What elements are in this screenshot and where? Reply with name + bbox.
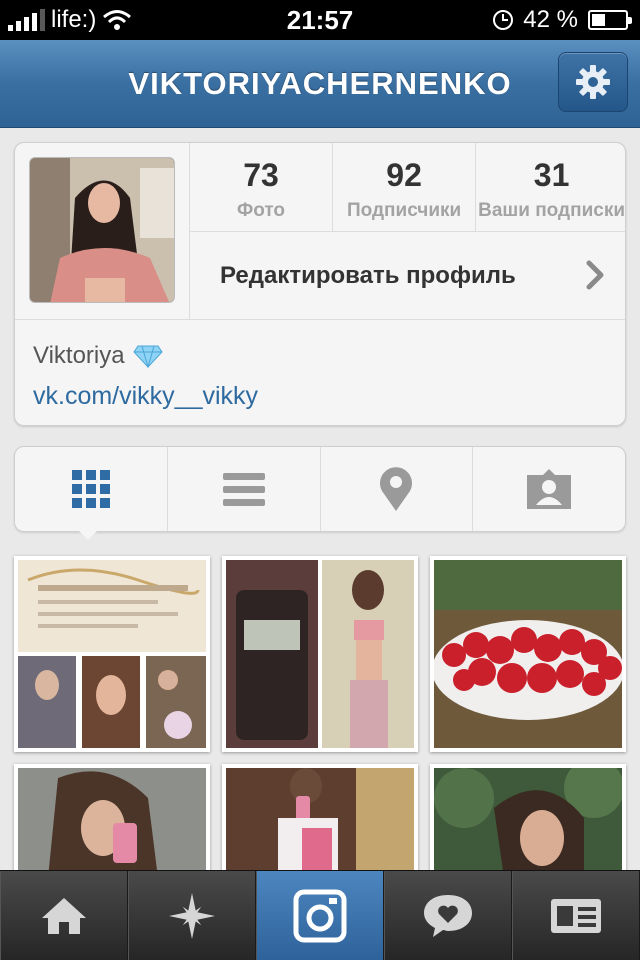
tab-map-view[interactable]	[321, 447, 474, 531]
explore-star-icon	[169, 892, 215, 939]
bio-name-row: Viktoriya	[33, 342, 609, 370]
list-icon	[222, 473, 265, 506]
tab-home[interactable]	[0, 871, 128, 960]
stat-following-count: 31	[533, 157, 570, 193]
stat-followers[interactable]: 92 Подписчики	[333, 143, 477, 231]
stat-following-label: Ваши подписки	[478, 200, 626, 221]
tab-grid-view[interactable]	[15, 447, 168, 531]
grid-icon	[71, 470, 110, 508]
stat-photos-label: Фото	[237, 200, 286, 221]
tagged-person-icon	[527, 469, 572, 509]
avatar[interactable]	[29, 157, 175, 303]
profile-card: 73 Фото 92 Подписчики 31 Ваши подписки Р…	[14, 142, 626, 426]
chevron-right-icon	[586, 260, 604, 290]
active-tab-pointer	[76, 528, 100, 540]
edit-profile-label: Редактировать профиль	[220, 261, 516, 289]
photo-certificate-collage	[18, 560, 206, 748]
photo-thumbnail[interactable]	[222, 556, 418, 752]
battery-fill	[592, 14, 606, 26]
photo-strawberries	[434, 560, 622, 748]
tab-list-view[interactable]	[168, 447, 321, 531]
edit-profile-button[interactable]: Редактировать профиль	[189, 231, 625, 319]
camera-icon	[293, 889, 347, 942]
bottom-tab-bar	[0, 870, 640, 960]
diamond-icon	[132, 345, 163, 368]
stat-photos[interactable]: 73 Фото	[190, 143, 334, 231]
profile-card-icon	[551, 898, 601, 933]
tab-profile[interactable]	[512, 871, 640, 960]
photo-thumbnail[interactable]	[14, 556, 210, 752]
stat-followers-label: Подписчики	[346, 200, 462, 221]
photo-outdoor-portrait	[434, 768, 622, 878]
tab-tagged-view[interactable]	[473, 447, 625, 531]
tab-explore[interactable]	[128, 871, 256, 960]
profile-view-tabs	[14, 446, 626, 532]
profile-bio: Viktoriya vk.com/vikky__vikky	[15, 319, 625, 425]
battery-icon	[588, 10, 632, 30]
bio-website-link[interactable]: vk.com/vikky__vikky	[33, 382, 609, 411]
settings-button[interactable]	[558, 52, 628, 112]
profile-stats: 73 Фото 92 Подписчики 31 Ваши подписки	[189, 143, 626, 231]
stat-photos-count: 73	[243, 157, 279, 193]
alarm-clock-icon	[493, 10, 514, 30]
status-right: 42 %	[493, 6, 632, 34]
navigation-bar: VIKTORIYACHERNENKO	[0, 40, 640, 128]
battery-percent: 42 %	[523, 6, 578, 33]
location-pin-icon	[380, 467, 413, 511]
bio-name: Viktoriya	[33, 342, 125, 369]
photo-scale-selfie	[226, 560, 414, 748]
photo-pink-phone-selfie	[18, 768, 206, 878]
tab-camera[interactable]	[256, 871, 384, 960]
news-heart-icon	[424, 894, 472, 937]
gear-icon	[576, 65, 610, 99]
photo-thumbnail[interactable]	[430, 556, 626, 752]
stat-followers-count: 92	[386, 157, 422, 193]
tab-news[interactable]	[384, 871, 512, 960]
stat-following[interactable]: 31 Ваши подписки	[476, 143, 626, 231]
photo-mirror-selfie	[226, 768, 414, 878]
profile-username-title: VIKTORIYACHERNENKO	[128, 66, 512, 101]
home-icon	[42, 897, 86, 934]
status-bar: life:) 21:57 42 %	[0, 0, 640, 40]
avatar-photo	[30, 158, 174, 302]
